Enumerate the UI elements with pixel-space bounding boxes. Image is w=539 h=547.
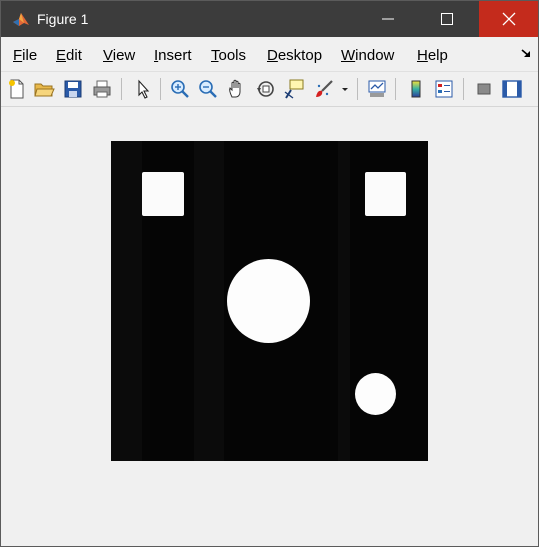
toolbar-separator — [463, 78, 464, 100]
save-icon — [64, 80, 82, 98]
figure-toolbar — [1, 71, 538, 107]
show-plot-tools-button[interactable] — [501, 78, 523, 100]
rotate-3d-button[interactable] — [255, 78, 277, 100]
menu-edit[interactable]: Edit — [56, 47, 82, 64]
data-cursor-icon — [284, 79, 304, 99]
brush-icon — [316, 80, 333, 97]
zoom-out-icon — [199, 80, 217, 98]
legend-icon — [435, 80, 453, 98]
image-axes[interactable] — [111, 141, 428, 461]
colorbar-icon — [411, 80, 421, 98]
maximize-button[interactable] — [424, 1, 469, 37]
new-figure-icon — [9, 79, 24, 99]
image-column-band — [111, 141, 142, 461]
menu-view[interactable]: View — [103, 47, 135, 64]
small-white-circle — [355, 373, 396, 415]
minimize-button[interactable] — [365, 1, 410, 37]
pan-button[interactable] — [226, 78, 248, 100]
image-column-band — [338, 141, 350, 461]
figure-window: Figure 1 File Edit View Insert Tools Des… — [0, 0, 539, 547]
dock-arrow-icon[interactable] — [520, 48, 532, 58]
new-figure-button[interactable] — [6, 78, 28, 100]
white-square-left — [142, 172, 184, 216]
link-plot-button[interactable] — [366, 78, 388, 100]
figure-canvas — [1, 107, 538, 546]
print-button[interactable] — [91, 78, 113, 100]
data-cursor-button[interactable] — [283, 78, 305, 100]
print-icon — [93, 80, 111, 98]
rotate-3d-icon — [257, 81, 274, 97]
open-file-icon — [34, 83, 55, 97]
minimize-icon — [381, 18, 394, 20]
menu-bar: File Edit View Insert Tools Desktop Wind… — [1, 38, 538, 70]
brush-dropdown-icon — [342, 88, 348, 91]
menu-insert[interactable]: Insert — [154, 47, 192, 64]
colorbar-button[interactable] — [405, 78, 427, 100]
zoom-in-button[interactable] — [169, 78, 191, 100]
menu-help[interactable]: Help — [417, 47, 448, 64]
large-white-circle — [227, 259, 310, 343]
title-bar[interactable]: Figure 1 — [1, 1, 538, 37]
hide-plot-tools-button[interactable] — [473, 78, 495, 100]
toolbar-separator — [160, 78, 161, 100]
show-plot-tools-icon — [502, 80, 522, 98]
select-arrow-icon — [138, 79, 150, 99]
close-icon — [502, 12, 515, 26]
hide-plot-tools-icon — [477, 83, 491, 95]
brush-button[interactable] — [313, 78, 335, 100]
maximize-icon — [440, 13, 453, 25]
menu-desktop[interactable]: Desktop — [267, 47, 322, 64]
zoom-in-icon — [171, 80, 189, 98]
pan-hand-icon — [229, 79, 241, 98]
toolbar-separator — [357, 78, 358, 100]
legend-button[interactable] — [433, 78, 455, 100]
menu-tools[interactable]: Tools — [211, 47, 246, 64]
white-square-right — [365, 172, 406, 216]
menu-window[interactable]: Window — [341, 47, 394, 64]
close-button[interactable] — [479, 1, 538, 37]
link-plot-icon — [368, 80, 386, 97]
matlab-logo-icon — [13, 13, 29, 26]
select-button[interactable] — [132, 78, 154, 100]
window-title: Figure 1 — [37, 11, 89, 27]
save-button[interactable] — [62, 78, 84, 100]
open-file-button[interactable] — [33, 78, 55, 100]
image-column-band — [194, 141, 224, 461]
toolbar-separator — [395, 78, 396, 100]
menu-file[interactable]: File — [13, 47, 37, 64]
zoom-out-button[interactable] — [197, 78, 219, 100]
brush-dropdown-button[interactable] — [339, 78, 351, 100]
toolbar-separator — [121, 78, 122, 100]
